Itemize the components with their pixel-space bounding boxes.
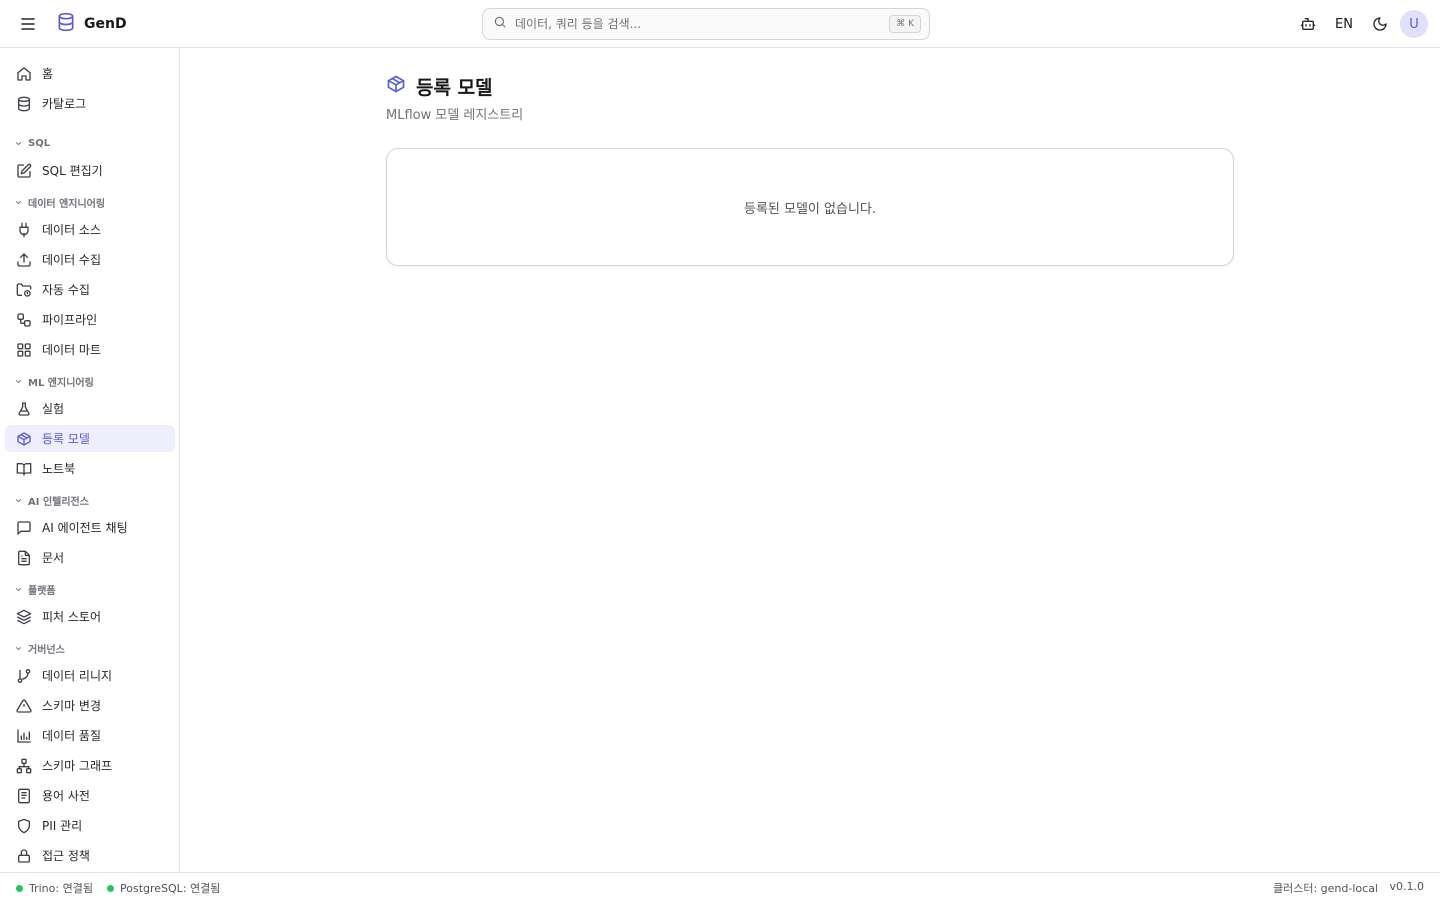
flask-icon [16,401,32,417]
package-icon [16,431,32,447]
message-square-icon [16,520,32,536]
shield-icon [16,818,32,834]
section-ai-intelligence[interactable]: AI 인텔리전스 [13,492,173,508]
sidebar-item-data-ingestion[interactable]: 데이터 수집 [5,246,175,273]
sidebar: 홈 카탈로그 SQL SQL 편집기 데이터 엔지니어링 데이터 소스 데이터 … [0,48,180,872]
bot-icon[interactable] [1296,12,1320,36]
sidebar-item-pipelines[interactable]: 파이프라인 [5,306,175,333]
sidebar-item-data-sources[interactable]: 데이터 소스 [5,216,175,243]
section-data-engineering[interactable]: 데이터 엔지니어링 [13,194,173,210]
lock-icon [16,848,32,864]
section-ml-engineering[interactable]: ML 엔지니어링 [13,373,173,389]
sidebar-item-registered-models[interactable]: 등록 모델 [5,425,175,452]
section-governance[interactable]: 거버넌스 [13,640,173,656]
chevron-down-icon [13,495,23,505]
layers-icon [16,609,32,625]
network-icon [16,758,32,774]
plug-icon [16,222,32,238]
chevron-down-icon [13,584,23,594]
sidebar-item-experiments[interactable]: 실험 [5,395,175,422]
file-text-icon [16,550,32,566]
empty-state-message: 등록된 모델이 없습니다. [744,201,876,217]
moon-icon[interactable] [1368,12,1392,36]
sidebar-item-data-quality[interactable]: 데이터 품질 [5,722,175,749]
trino-status: Trino: 연결됨 [16,880,93,896]
upload-icon [16,252,32,268]
book-icon [16,788,32,804]
sidebar-item-auto-ingestion[interactable]: 자동 수집 [5,276,175,303]
sidebar-item-data-marts[interactable]: 데이터 마트 [5,336,175,363]
page-header: 등록 모델 [386,73,493,99]
cluster-name: 클러스터: gend-local [1273,882,1378,895]
language-toggle[interactable]: EN [1330,12,1358,36]
sidebar-item-documents[interactable]: 문서 [5,544,175,571]
sidebar-item-glossary[interactable]: 용어 사전 [5,782,175,809]
status-dot [16,884,23,892]
git-branch-icon [16,668,32,684]
sidebar-item-schema-changes[interactable]: 스키마 변경 [5,692,175,719]
app-version: v0.1.0 [1389,880,1425,893]
sidebar-item-catalog[interactable]: 카탈로그 [5,90,175,117]
book-open-icon [16,461,32,477]
database-icon [16,96,32,112]
alert-triangle-icon [16,698,32,714]
section-platform[interactable]: 플랫폼 [13,581,173,597]
bar-chart-icon [16,728,32,744]
search-icon [493,15,507,33]
sidebar-item-ai-agent-chat[interactable]: AI 에이전트 채팅 [5,514,175,541]
chevron-down-icon [13,376,23,386]
sidebar-item-pii-management[interactable]: PII 관리 [5,812,175,839]
sidebar-item-access-policies[interactable]: 접근 정책 [5,842,175,869]
sidebar-item-home[interactable]: 홈 [5,60,175,87]
folder-sync-icon [16,282,32,298]
package-icon [386,74,406,98]
page-title: 등록 모델 [416,76,493,99]
search-input[interactable] [515,17,890,31]
sidebar-item-sql-editor[interactable]: SQL 편집기 [5,157,175,184]
sidebar-item-feature-store[interactable]: 피처 스토어 [5,603,175,630]
user-avatar[interactable]: U [1400,10,1428,38]
home-icon [16,66,32,82]
global-search[interactable]: ⌘ K [482,8,930,40]
chevron-down-icon [13,138,23,148]
brand-logo[interactable]: GenD [56,12,127,36]
section-sql[interactable]: SQL [13,135,173,151]
edit-icon [16,163,32,179]
sidebar-item-data-lineage[interactable]: 데이터 리니지 [5,662,175,689]
postgres-status: PostgreSQL: 연결됨 [107,880,220,896]
hamburger-menu-icon[interactable] [18,14,38,34]
status-bar: Trino: 연결됨 PostgreSQL: 연결됨 클러스터: gend-lo… [0,872,1440,900]
page-subtitle: MLflow 모델 레지스트리 [386,108,524,123]
workflow-icon [16,312,32,328]
status-dot [107,884,114,892]
sidebar-item-schema-graph[interactable]: 스키마 그래프 [5,752,175,779]
grid-icon [16,342,32,358]
empty-state-card: 등록된 모델이 없습니다. [386,148,1234,266]
top-header: GenD ⌘ K EN U [0,0,1440,48]
search-shortcut-badge: ⌘ K [889,15,921,33]
chevron-down-icon [13,643,23,653]
chevron-down-icon [13,197,23,207]
brand-name: GenD [84,16,127,32]
database-logo-icon [56,12,76,36]
sidebar-item-notebooks[interactable]: 노트북 [5,455,175,482]
